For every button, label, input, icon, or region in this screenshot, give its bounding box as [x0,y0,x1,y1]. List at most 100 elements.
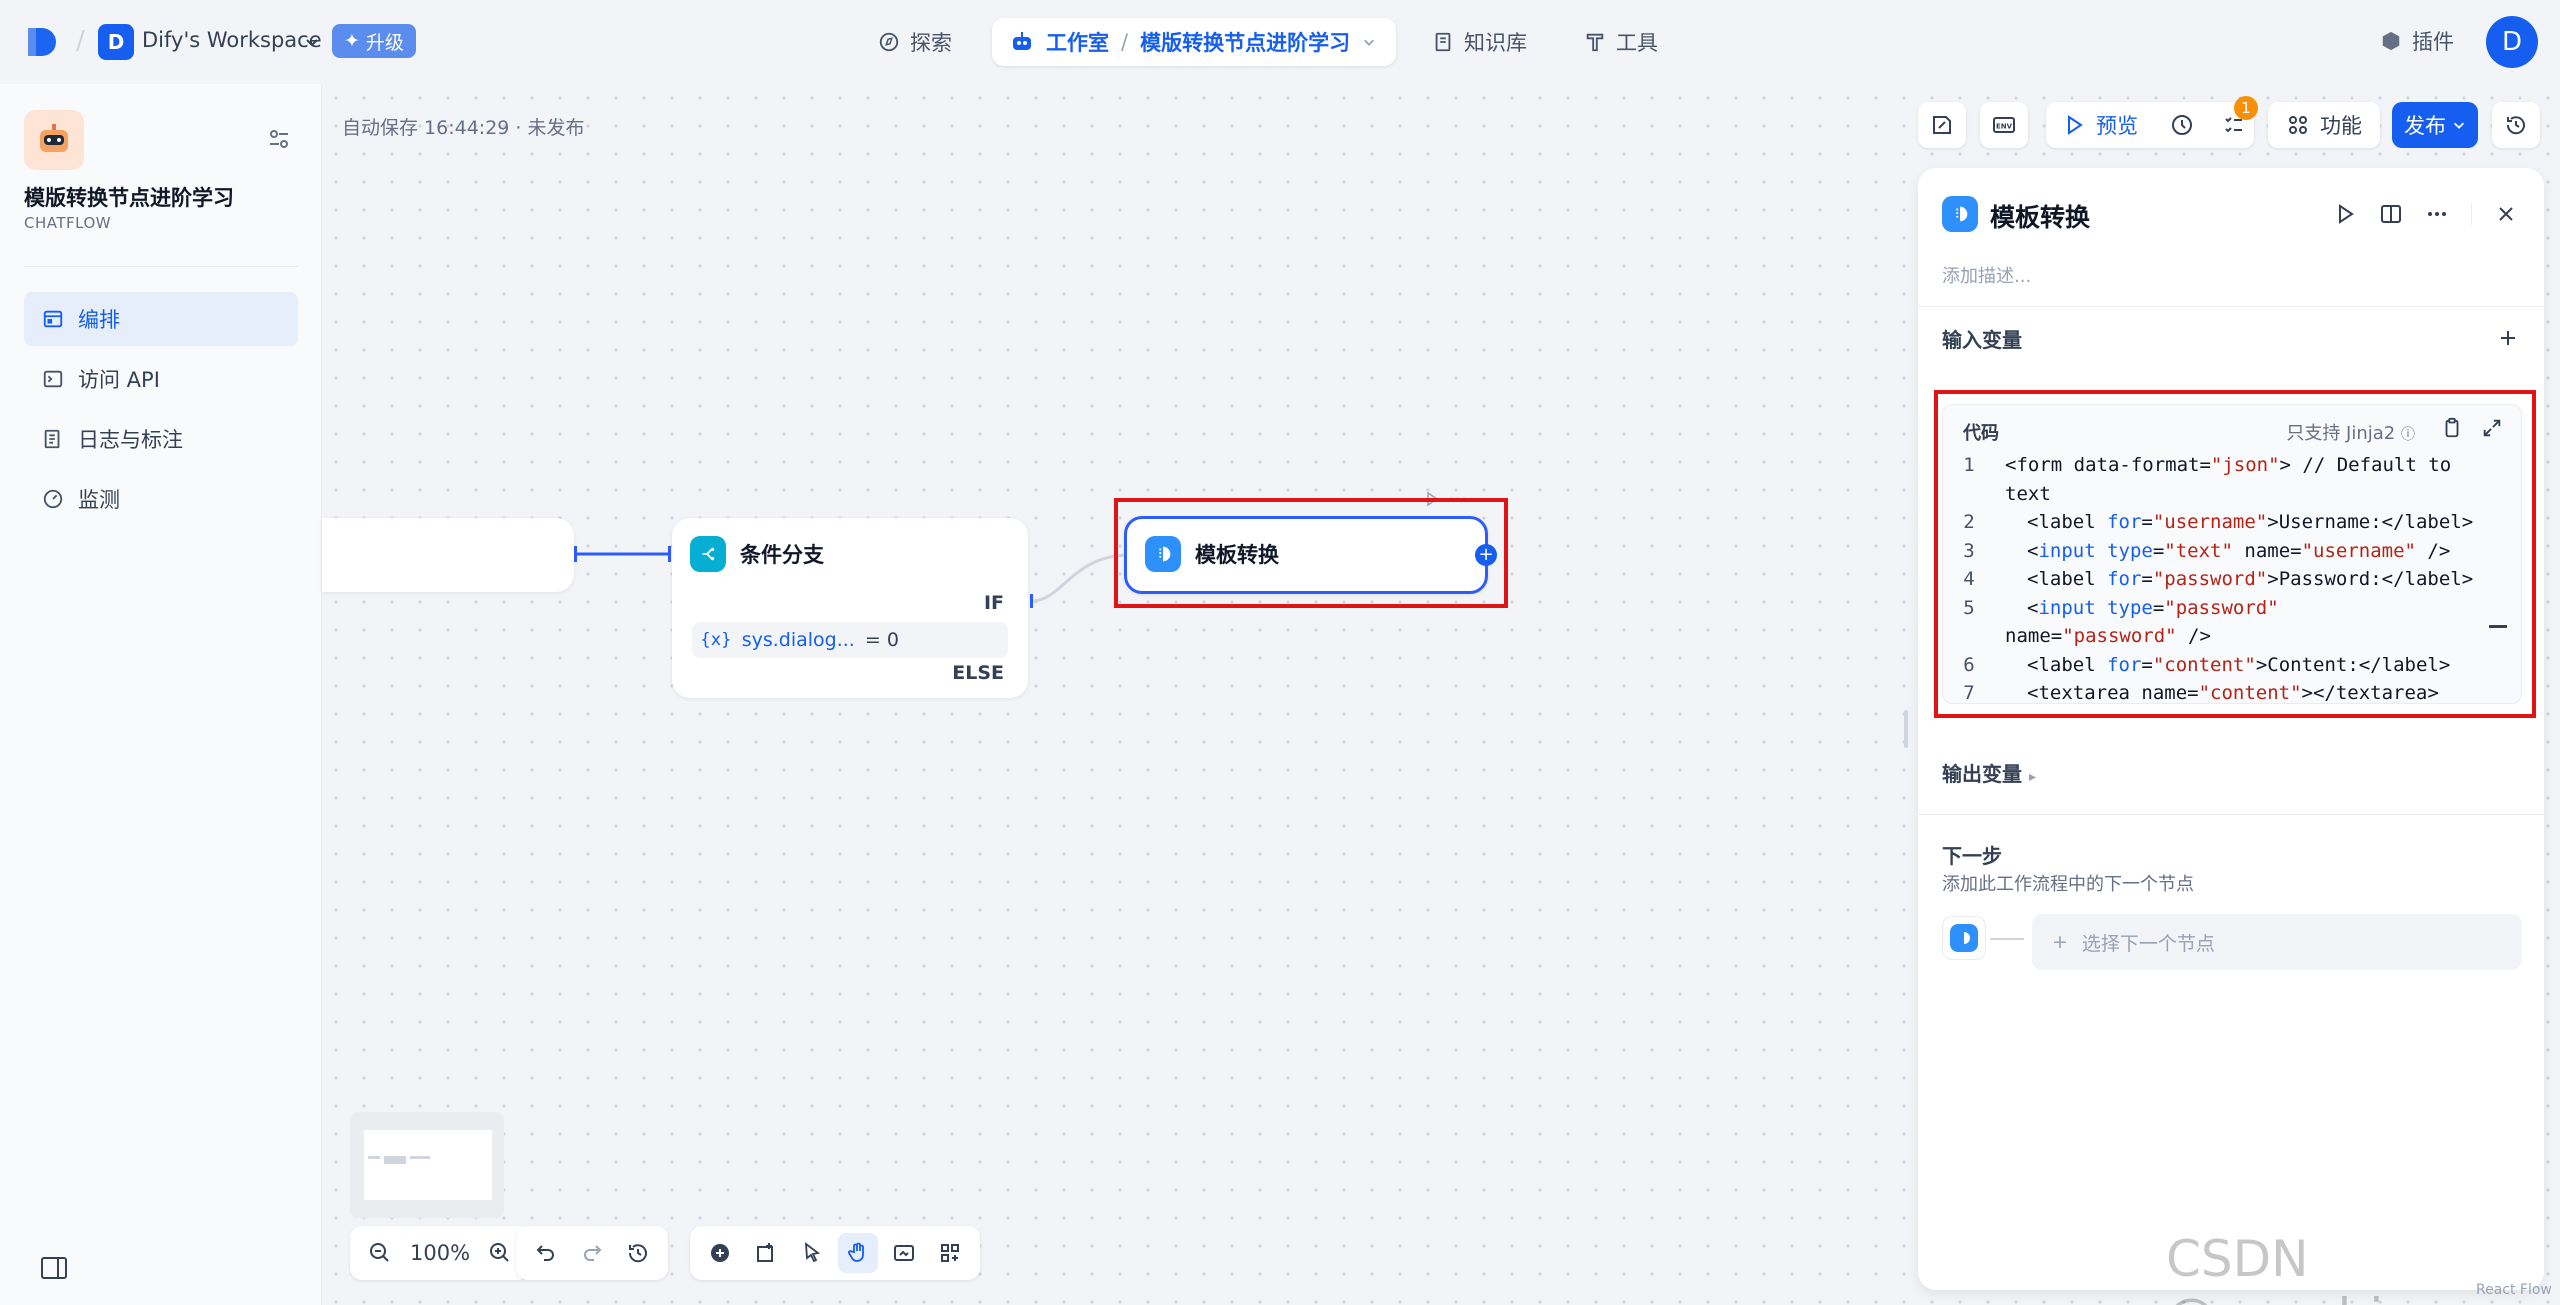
redo-button[interactable] [572,1233,612,1273]
app-settings-icon[interactable] [266,126,292,152]
plus-icon: + [2052,931,2068,953]
user-avatar[interactable]: D [2486,16,2538,68]
if-else-node[interactable]: 条件分支 IF {x} sys.dialog... = 0 ELSE [672,518,1028,698]
chevron-down-icon [2454,122,2464,129]
nav-plugins[interactable]: 插件 [2380,26,2454,56]
output-vars-toggle[interactable]: 输出变量 ▸ [1942,758,2036,787]
select-next-node-label: 选择下一个节点 [2081,932,2215,955]
preview-group: 预览 [2046,102,2254,148]
add-variable-icon[interactable] [2496,326,2520,350]
run-history-icon[interactable] [2170,113,2194,137]
next-step-description: 添加此工作流程中的下一个节点 [1942,874,2194,895]
pointer-tool-button[interactable] [792,1233,832,1273]
panel-title[interactable]: 模板转换 [1990,198,2090,234]
workspace-avatar[interactable]: D [98,24,134,60]
template-icon [1942,196,1978,232]
nav-knowledge[interactable]: 知识库 [1432,26,1527,58]
hammer-icon [1586,33,1604,52]
window-icon [43,310,63,328]
workspace-name[interactable]: Dify's Workspace [142,28,322,52]
sidebar-item-monitoring[interactable]: 监测 [24,472,298,526]
help-doc-icon[interactable] [2379,202,2403,226]
export-image-button[interactable] [884,1233,924,1273]
undo-icon [536,1245,554,1261]
grid-icon [2289,116,2307,134]
zoom-level[interactable]: 100% [406,1241,474,1265]
select-next-node-button[interactable]: + 选择下一个节点 [2032,914,2522,970]
dify-logo[interactable] [24,24,64,60]
minimap-viewport [364,1130,492,1200]
publish-button[interactable]: 发布 [2392,102,2478,148]
top-bar: / D Dify's Workspace ✦ 升级 探索 工作室 / 模版转换节… [0,0,2560,84]
upgrade-label: 升级 [365,31,404,54]
more-icon[interactable] [2425,202,2449,226]
hand-tool-button[interactable] [838,1233,878,1273]
sidebar-collapse-icon[interactable] [40,1256,68,1280]
preview-button[interactable]: 预览 [2096,110,2138,140]
app-robot-icon [24,110,84,170]
chevron-right-icon: ▸ [2028,769,2036,785]
minimap[interactable] [350,1112,504,1218]
close-icon[interactable] [2494,202,2518,226]
chevron-down-icon[interactable] [304,34,320,50]
nav-tools-label: 工具 [1616,31,1658,55]
studio-breadcrumb: 工作室 / 模版转换节点进阶学习 [992,18,1396,66]
current-app-name[interactable]: 模版转换节点进阶学习 [1140,27,1350,57]
file-list-icon [44,429,60,449]
divider [1918,814,2544,815]
nav-explore[interactable]: 探索 [878,26,952,58]
divider [24,266,298,267]
panel-resize-handle[interactable] [1904,710,1908,748]
output-vars-title: 输出变量 [1942,762,2022,786]
sidebar-item-label: 日志与标注 [78,428,183,452]
history-button[interactable] [618,1233,658,1273]
description-input[interactable]: 添加描述... [1942,262,2031,288]
zoom-in-button[interactable] [480,1233,520,1273]
nav-studio[interactable]: 工作室 [1046,27,1109,57]
chevron-down-icon[interactable] [1362,35,1376,49]
publish-label: 发布 [2404,114,2446,138]
nav-plugins-label: 插件 [2412,30,2454,54]
undo-button[interactable] [526,1233,566,1273]
upgrade-button[interactable]: ✦ 升级 [332,24,416,58]
gauge-icon [43,489,63,509]
condition-variable: sys.dialog... [741,629,855,651]
sidebar-item-label: 访问 API [78,368,160,392]
react-flow-attribution[interactable]: React Flow [2476,1282,2552,1298]
variable-icon: {x} [700,630,732,650]
robot-icon [1013,32,1031,50]
history-icon [628,1244,647,1263]
panel-actions [2333,202,2518,226]
features-button[interactable]: 功能 [2268,102,2380,148]
redo-icon [584,1245,602,1261]
version-history-button[interactable] [2492,102,2540,148]
cube-icon [2382,31,2400,51]
checklist-badge: 1 [2234,96,2258,120]
previous-node[interactable] [322,518,574,592]
nav-explore-label: 探索 [910,31,952,55]
nav-tools[interactable]: 工具 [1584,26,1658,58]
canvas-tools [690,1226,980,1280]
history-icon [2506,116,2525,135]
compass-icon [879,32,899,52]
add-node-button[interactable] [700,1233,740,1273]
zoom-in-icon [490,1243,509,1262]
autosave-status: 自动保存 16:44:29 · 未发布 [342,117,585,139]
layout-grid-icon [941,1244,959,1262]
play-icon[interactable] [2062,113,2086,137]
nav-knowledge-label: 知识库 [1464,31,1527,55]
else-branch-label: ELSE [952,662,1004,684]
add-note-tool-button[interactable] [746,1233,786,1273]
sidebar-item-logs[interactable]: 日志与标注 [24,412,298,466]
sparkle-icon: ✦ [344,30,360,52]
zoom-out-button[interactable] [360,1233,400,1273]
app-type-label: CHATFLOW [24,214,112,232]
sidebar-item-orchestrate[interactable]: 编排 [24,292,298,346]
condition-row[interactable]: {x} sys.dialog... = 0 [692,622,1008,658]
env-button[interactable]: ENV [1980,102,2028,148]
cursor-icon [804,1242,821,1263]
add-note-button[interactable] [1918,102,1966,148]
sidebar-item-api[interactable]: 访问 API [24,352,298,406]
organize-layout-button[interactable] [930,1233,970,1273]
run-node-icon[interactable] [2333,202,2357,226]
